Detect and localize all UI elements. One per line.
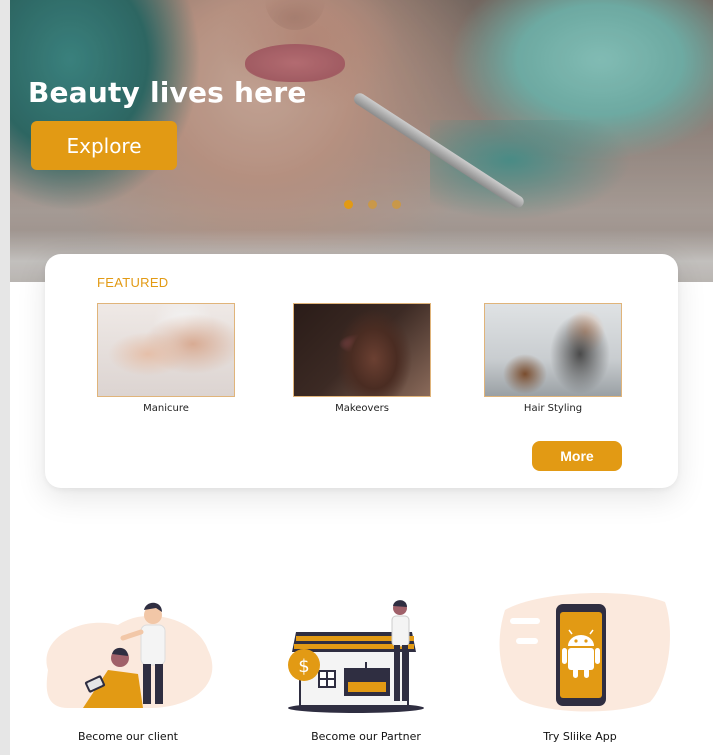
hero-banner: Beauty lives here Explore [10, 0, 713, 282]
featured-item-label: Hair Styling [523, 403, 583, 414]
svg-text:$: $ [298, 656, 309, 677]
carousel-dots [344, 200, 401, 209]
carousel-dot-1[interactable] [344, 200, 353, 209]
stylist-illustration-icon [46, 602, 213, 708]
try-app-card[interactable]: Try Sliike App [480, 590, 680, 743]
left-edge-rail [0, 0, 10, 755]
featured-item-label: Manicure [143, 403, 189, 414]
featured-item-label: Makeovers [335, 403, 389, 414]
featured-item-hair-styling[interactable]: Hair Styling [484, 303, 622, 414]
try-app-label: Try Sliike App [543, 730, 617, 743]
become-partner-card[interactable]: $ Become our Partner [266, 590, 466, 743]
become-client-label: Become our client [77, 730, 178, 743]
makeovers-photo[interactable] [293, 303, 431, 397]
more-button[interactable]: More [532, 441, 622, 471]
become-partner-label: Become our Partner [311, 730, 421, 743]
hero-title: Beauty lives here [28, 76, 307, 109]
carousel-dot-2[interactable] [368, 200, 377, 209]
featured-item-makeovers[interactable]: Makeovers [293, 303, 431, 414]
android-phone-illustration-icon [499, 592, 670, 712]
manicure-photo[interactable] [97, 303, 235, 397]
become-client-card[interactable]: Become our client [28, 590, 228, 743]
featured-heading: FEATURED [97, 275, 169, 290]
salon-shop-illustration-icon: $ [288, 600, 424, 713]
hair-styling-photo[interactable] [484, 303, 622, 397]
carousel-dot-3[interactable] [392, 200, 401, 209]
featured-item-manicure[interactable]: Manicure [97, 303, 235, 414]
featured-card: FEATURED Manicure Makeovers Hair Styling… [45, 254, 678, 488]
explore-button[interactable]: Explore [31, 121, 177, 170]
